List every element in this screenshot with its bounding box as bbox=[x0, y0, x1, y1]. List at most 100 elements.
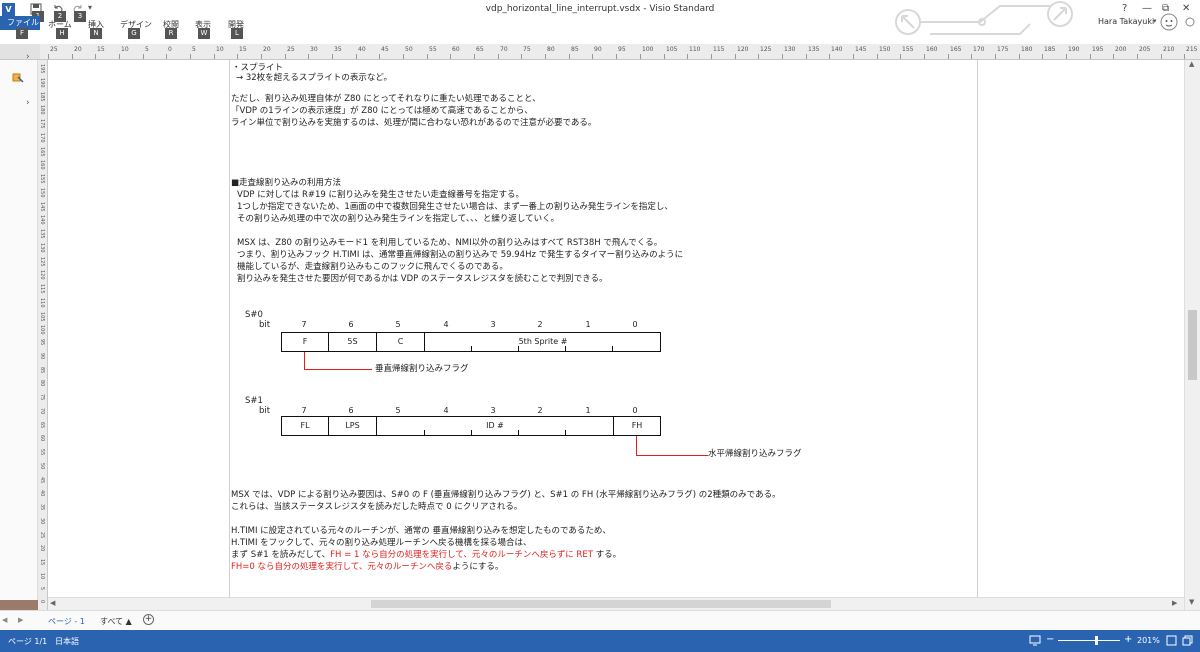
s1-flag-label[interactable]: 水平帰線割り込みフラグ bbox=[708, 449, 802, 459]
s1-cell-fl[interactable]: FL bbox=[282, 417, 328, 435]
ruler-tick bbox=[687, 54, 688, 59]
vruler-tick-label: 145 bbox=[39, 202, 45, 212]
ruler-tick-label: 195 bbox=[1092, 46, 1104, 53]
ruler-tick bbox=[143, 54, 144, 59]
ruler-tick bbox=[664, 54, 665, 59]
expand-pane-chevron-icon[interactable]: › bbox=[26, 52, 30, 62]
zoom-level[interactable]: 201% bbox=[1137, 636, 1160, 645]
para2-line1[interactable]: VDP に対しては R#19 に割り込みを発生させたい走査線番号を指定する。 bbox=[237, 190, 524, 200]
scroll-down-arrow-icon[interactable]: ▼ bbox=[1189, 598, 1194, 606]
s0-register-box[interactable]: F 5S C 5th Sprite # bbox=[281, 332, 661, 352]
para5-line3[interactable]: まず S#1 を読みだして、FH = 1 なら自分の処理を実行して、元々のルーチ… bbox=[231, 550, 621, 560]
all-pages-dropdown[interactable]: すべて ▲ bbox=[100, 616, 132, 627]
s1-cell-id[interactable]: ID # bbox=[377, 417, 613, 435]
vertical-scrollbar[interactable]: ▲ ▼ bbox=[1184, 60, 1200, 610]
ruler-tick bbox=[1066, 54, 1067, 59]
para1-line1[interactable]: ただし、割り込み処理自体が Z80 にとってそれなりに重たい処理であることと、 bbox=[231, 94, 541, 104]
ruler-tick bbox=[48, 54, 49, 59]
s0-register-name[interactable]: S#0 bbox=[245, 310, 263, 320]
s1-bit-1: 1 bbox=[585, 406, 591, 415]
scroll-up-arrow-icon[interactable]: ▲ bbox=[1189, 60, 1194, 68]
page-indicator[interactable]: ページ 1/1 bbox=[8, 636, 47, 647]
s1-bit-tick bbox=[518, 430, 519, 435]
user-menu-chevron-icon[interactable]: ▾ bbox=[1153, 17, 1157, 25]
s0-cell-5s[interactable]: 5S bbox=[329, 333, 376, 351]
zoom-slider[interactable] bbox=[1058, 636, 1120, 645]
s0-cell-5th-sprite[interactable]: 5th Sprite # bbox=[425, 333, 661, 351]
s0-cell-f[interactable]: F bbox=[282, 333, 328, 351]
ruler-tick-label: 80 bbox=[547, 46, 555, 53]
ruler-tick-label: 170 bbox=[973, 46, 985, 53]
para3-line3[interactable]: 機能しているが、走査線割り込みもこのフックに飛んでくるのである。 bbox=[237, 262, 508, 272]
smiley-feedback-icon[interactable] bbox=[1185, 17, 1195, 27]
sprite-note-text[interactable]: → 32枚を超えるスプライトの表示など。 bbox=[236, 73, 392, 83]
s1-cell-fh[interactable]: FH bbox=[614, 417, 660, 435]
zoom-slider-thumb[interactable] bbox=[1095, 636, 1098, 645]
section-heading[interactable]: ■走査線割り込みの利用方法 bbox=[231, 178, 341, 188]
sprite-bullet-text[interactable]: ・スプライト bbox=[232, 63, 283, 73]
ruler-tick bbox=[119, 54, 120, 59]
horizontal-scroll-thumb[interactable] bbox=[371, 600, 831, 608]
vruler-tick-label: 135 bbox=[39, 229, 45, 239]
close-button[interactable]: ✕ bbox=[1182, 3, 1190, 14]
vertical-scroll-thumb[interactable] bbox=[1188, 310, 1197, 380]
ruler-tick-label: 210 bbox=[1163, 46, 1175, 53]
zoom-in-button[interactable]: + bbox=[1124, 634, 1132, 645]
para1-line2[interactable]: 「VDP の1ラインの表示速度」が Z80 にとっては極めて高速であることから、 bbox=[231, 106, 533, 116]
vruler-tick-label: 70 bbox=[39, 408, 45, 415]
zoom-out-button[interactable]: − bbox=[1046, 634, 1054, 645]
help-button[interactable]: ? bbox=[1122, 3, 1127, 14]
switch-windows-icon[interactable] bbox=[1182, 635, 1193, 646]
drawing-canvas[interactable]: ・スプライト → 32枚を超えるスプライトの表示など。 ただし、割り込み処理自体… bbox=[48, 60, 1184, 597]
para2-line2[interactable]: 1つしか指定できないため、1画面の中で複数回発生させたい場合は、まず一番上の割り… bbox=[237, 202, 673, 212]
fit-page-icon[interactable] bbox=[1029, 635, 1041, 646]
s0-flag-leader-line[interactable] bbox=[304, 352, 372, 370]
s1-cell-lps[interactable]: LPS bbox=[329, 417, 376, 435]
horizontal-scrollbar[interactable]: ◀ ▶ bbox=[48, 597, 1184, 610]
page-nav-next-icon[interactable]: ▶ bbox=[18, 616, 23, 624]
para3-line1[interactable]: MSX は、Z80 の割り込みモード1 を利用しているため、NMI以外の割り込み… bbox=[237, 238, 662, 248]
para3-line2[interactable]: つまり、割り込みフック H.TIMI は、通常垂直帰線割込の割り込みで 59.9… bbox=[237, 250, 683, 260]
s1-register-name[interactable]: S#1 bbox=[245, 396, 263, 406]
s0-cell-c[interactable]: C bbox=[377, 333, 424, 351]
para1-line3[interactable]: ライン単位で割り込みを実施するのは、処理が間に合わない恐れがあるので注意が必要で… bbox=[231, 118, 596, 128]
para5-line4[interactable]: FH=0 なら自分の処理を実行して、元々のルーチンへ戻るようにする。 bbox=[231, 562, 503, 572]
s0-flag-label[interactable]: 垂直帰線割り込みフラグ bbox=[375, 364, 469, 374]
s1-register-box[interactable]: FL LPS ID # FH bbox=[281, 416, 661, 436]
title-bar: V ▾ 1 2 3 vdp_horizontal_line_interrupt.… bbox=[0, 0, 1200, 42]
s1-flag-leader-line[interactable] bbox=[636, 436, 708, 456]
ruler-tick-label: 10 bbox=[121, 46, 129, 53]
para5-line2[interactable]: H.TIMI をフックして、元々の割り込み処理ルーチンへ戻る機構を採る場合は、 bbox=[231, 538, 532, 548]
s0-bit-tick bbox=[565, 346, 566, 351]
para4-line1[interactable]: MSX では、VDP による割り込み要因は、S#0 の F (垂直帰線割り込みフ… bbox=[231, 490, 781, 500]
para3-line4[interactable]: 割り込みを発生させた要因が何であるかは VDP のステータスレジスタを読むことで… bbox=[237, 274, 608, 284]
language-indicator[interactable]: 日本語 bbox=[55, 636, 79, 647]
para5-line4-part-b: ようにする。 bbox=[452, 562, 504, 572]
s0-bit-label: bit bbox=[259, 320, 271, 330]
s0-bit-7: 7 bbox=[301, 320, 307, 329]
ruler-tick bbox=[758, 54, 759, 59]
s1-bit-tick bbox=[424, 430, 425, 435]
user-avatar-icon[interactable] bbox=[1160, 13, 1178, 31]
ruler-tick bbox=[166, 54, 167, 59]
para2-line3[interactable]: その割り込み処理の中で次の割り込み発生ラインを指定して、、、と繰り返していく。 bbox=[237, 214, 559, 224]
shapes-icon[interactable] bbox=[12, 72, 24, 84]
ruler-tick-label: 55 bbox=[429, 46, 437, 53]
minimize-button[interactable]: — bbox=[1142, 3, 1152, 14]
vruler-tick-label: 15 bbox=[39, 559, 45, 566]
para4-line2[interactable]: これらは、当該ステータスレジスタを読みだした時点で 0 にクリアされる。 bbox=[231, 502, 522, 512]
scroll-right-arrow-icon[interactable]: ▶ bbox=[1172, 599, 1177, 607]
scroll-left-arrow-icon[interactable]: ◀ bbox=[50, 599, 55, 607]
ruler-tick-label: 0 bbox=[168, 46, 172, 53]
para5-line1[interactable]: H.TIMI に設定されている元々のルーチンが、通常の 垂直帰線割り込みを想定し… bbox=[231, 526, 611, 536]
page-nav-prev-icon[interactable]: ◀ bbox=[2, 616, 7, 624]
fit-window-icon[interactable] bbox=[1166, 635, 1177, 646]
expand-shapes-chevron-icon[interactable]: › bbox=[26, 98, 30, 108]
ruler-tick-label: 45 bbox=[381, 46, 389, 53]
add-page-icon[interactable]: + bbox=[143, 614, 154, 625]
user-name[interactable]: Hara Takayuki bbox=[1098, 17, 1154, 26]
page-tab-1[interactable]: ページ - 1 bbox=[48, 616, 85, 627]
s1-bit-2: 2 bbox=[537, 406, 543, 415]
vertical-ruler[interactable]: 195 190 185 180 175 170 165 160 155 150 145 140 135 1… bbox=[38, 60, 48, 610]
horizontal-ruler[interactable]: 25 20 15 10 5 0 5 10 15 20 25 30 35 40 45 50 55 60 65 70 75 8… bbox=[40, 44, 1200, 60]
